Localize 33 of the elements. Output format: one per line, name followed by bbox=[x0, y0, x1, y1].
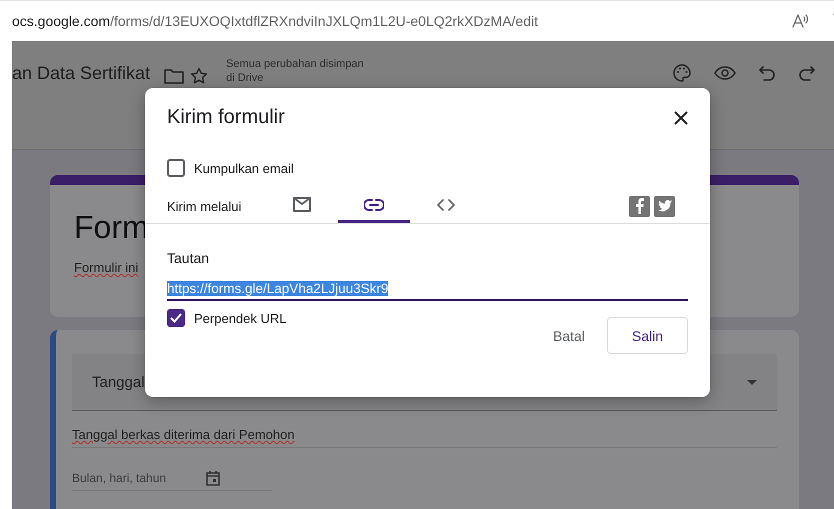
caret-icon bbox=[747, 380, 757, 384]
document-title: an Data Sertifikat bbox=[12, 63, 150, 84]
url-path: /forms/d/13EUXOQIxtdflZRXndviInJXLQm1L2U-e0LQ2rkXDzMA/edit bbox=[110, 13, 539, 29]
link-heading: Tautan bbox=[167, 250, 210, 266]
date-field[interactable]: Bulan, hari, tahun bbox=[72, 470, 272, 491]
facebook-icon bbox=[635, 198, 644, 214]
url-host: ocs.google.com bbox=[12, 13, 110, 29]
form-title: Form bbox=[74, 209, 150, 246]
redo-icon[interactable] bbox=[798, 63, 816, 83]
facebook-button[interactable] bbox=[629, 196, 650, 216]
link-field[interactable]: https://forms.gle/LapVha2LJjuu3Skr9 bbox=[167, 280, 688, 301]
checkbox[interactable] bbox=[167, 159, 185, 177]
twitter-button[interactable] bbox=[654, 196, 675, 216]
folder-icon[interactable] bbox=[164, 68, 184, 84]
palette-icon[interactable] bbox=[672, 63, 692, 83]
form-description: Formulir ini bbox=[74, 260, 140, 275]
close-icon bbox=[674, 110, 688, 124]
question-text: Tanggal berkas diterima dari Pemohon bbox=[72, 427, 777, 448]
mail-icon bbox=[293, 197, 312, 212]
copy-button[interactable]: Salin bbox=[606, 317, 688, 354]
send-via-label: Kirim melalui bbox=[167, 198, 242, 214]
checkbox-label: Kumpulkan email bbox=[194, 160, 294, 176]
undo-icon[interactable] bbox=[758, 63, 776, 83]
code-icon bbox=[437, 198, 456, 210]
calendar-icon bbox=[206, 470, 220, 486]
link-icon bbox=[364, 198, 384, 210]
checkbox[interactable] bbox=[167, 309, 185, 327]
dialog-title: Kirim formulir bbox=[167, 106, 285, 129]
close-button[interactable] bbox=[674, 110, 688, 124]
checkbox-label: Perpendek URL bbox=[194, 310, 286, 326]
save-status: Semua perubahan disimpan di Drive bbox=[226, 57, 364, 85]
bird-icon bbox=[658, 200, 672, 212]
read-aloud-icon[interactable] bbox=[792, 14, 808, 28]
